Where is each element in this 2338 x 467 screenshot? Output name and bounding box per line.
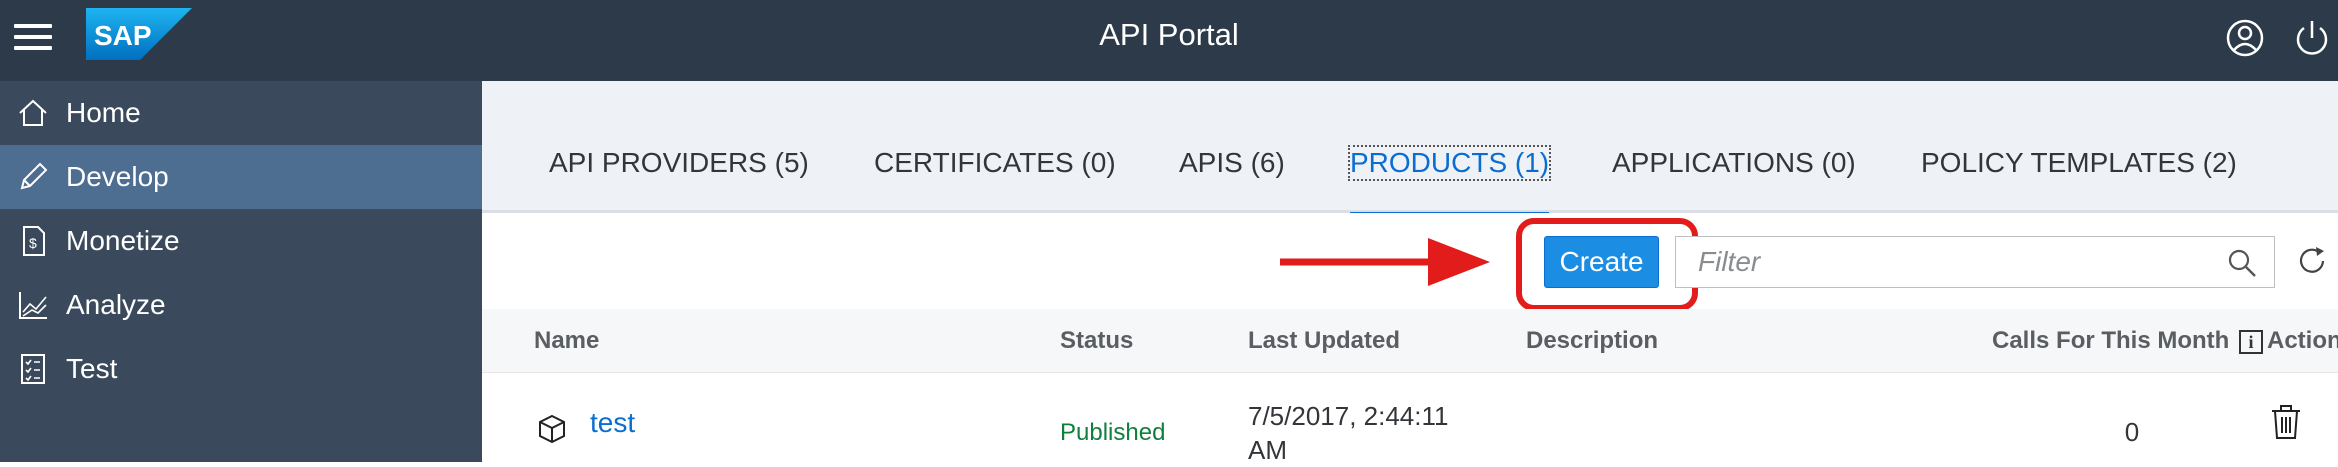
sap-logo: SAP xyxy=(86,8,192,60)
column-header-description[interactable]: Description xyxy=(1526,309,1658,373)
tab-label: CERTIFICATES (0) xyxy=(874,147,1116,178)
checklist-icon xyxy=(21,354,45,384)
home-icon xyxy=(19,99,47,126)
column-header-actions: Actions xyxy=(2267,327,2338,354)
status-text: Published xyxy=(1060,419,1166,446)
svg-text:SAP: SAP xyxy=(94,20,152,51)
search-icon[interactable] xyxy=(2227,248,2257,278)
table-header: Name Status Last Updated Description Cal… xyxy=(482,309,2338,373)
tab-label: APPLICATIONS (0) xyxy=(1612,147,1856,178)
annotation-arrow xyxy=(1280,238,1490,286)
sidebar-item-label: Test xyxy=(66,353,118,384)
sidebar-item-label: Analyze xyxy=(66,289,166,320)
svg-text:$: $ xyxy=(29,235,37,251)
refresh-icon[interactable] xyxy=(2296,245,2328,277)
line-chart-icon xyxy=(19,292,47,319)
filter-input[interactable] xyxy=(1698,237,2208,287)
power-icon[interactable] xyxy=(2292,18,2332,58)
sidebar-item-label: Develop xyxy=(66,161,169,192)
tab-applications[interactable]: APPLICATIONS (0) xyxy=(1612,147,1856,213)
tab-policy-templates[interactable]: POLICY TEMPLATES (2) xyxy=(1921,147,2237,213)
tab-api-providers[interactable]: API PROVIDERS (5) xyxy=(549,147,809,213)
tab-certificates[interactable]: CERTIFICATES (0) xyxy=(874,147,1116,213)
shell-bar: SAP API Portal xyxy=(0,0,2338,81)
product-cube-icon xyxy=(539,414,565,444)
sidebar-item-test[interactable]: Test xyxy=(0,337,482,401)
column-header-status[interactable]: Status xyxy=(1060,309,1133,373)
last-updated-text: 7/5/2017, 2:44:11 AM xyxy=(1248,401,1449,465)
tab-apis[interactable]: APIS (6) xyxy=(1179,147,1285,213)
menu-icon[interactable] xyxy=(14,24,52,54)
filter-field[interactable] xyxy=(1675,236,2275,288)
delete-icon[interactable] xyxy=(2269,403,2303,441)
tab-label: API PROVIDERS (5) xyxy=(549,147,809,178)
sidebar-item-label: Monetize xyxy=(66,225,180,256)
column-header-last-updated[interactable]: Last Updated xyxy=(1248,309,1400,373)
sidebar-item-develop[interactable]: Develop xyxy=(0,145,482,209)
side-navigation: Home Develop $ Monetize Analyze Test xyxy=(0,81,482,462)
calls-count: 0 xyxy=(2124,417,2140,447)
pencil-icon xyxy=(20,162,48,190)
column-header-name[interactable]: Name xyxy=(534,309,599,373)
product-name-link[interactable]: test xyxy=(590,407,635,439)
column-header-calls[interactable]: Calls For This Month xyxy=(1992,309,2229,373)
info-icon[interactable]: i xyxy=(2239,330,2263,354)
sidebar-item-monetize[interactable]: $ Monetize xyxy=(0,209,482,273)
tab-label: POLICY TEMPLATES (2) xyxy=(1921,147,2237,178)
app-title: API Portal xyxy=(1099,17,1239,52)
sidebar-item-label: Home xyxy=(66,97,141,128)
table-row: test Published 7/5/2017, 2:44:11 AM 0 xyxy=(482,373,2338,465)
tab-label: PRODUCTS (1) xyxy=(1347,145,1552,181)
tab-label: APIS (6) xyxy=(1179,147,1285,178)
user-profile-icon[interactable] xyxy=(2225,18,2265,58)
sidebar-item-home[interactable]: Home xyxy=(0,81,482,145)
create-button[interactable]: Create xyxy=(1544,236,1659,288)
tab-products[interactable]: PRODUCTS (1) xyxy=(1347,145,1552,216)
tab-bar: API PROVIDERS (5) CERTIFICATES (0) APIS … xyxy=(482,81,2338,216)
invoice-icon: $ xyxy=(23,226,45,256)
sidebar-item-analyze[interactable]: Analyze xyxy=(0,273,482,337)
